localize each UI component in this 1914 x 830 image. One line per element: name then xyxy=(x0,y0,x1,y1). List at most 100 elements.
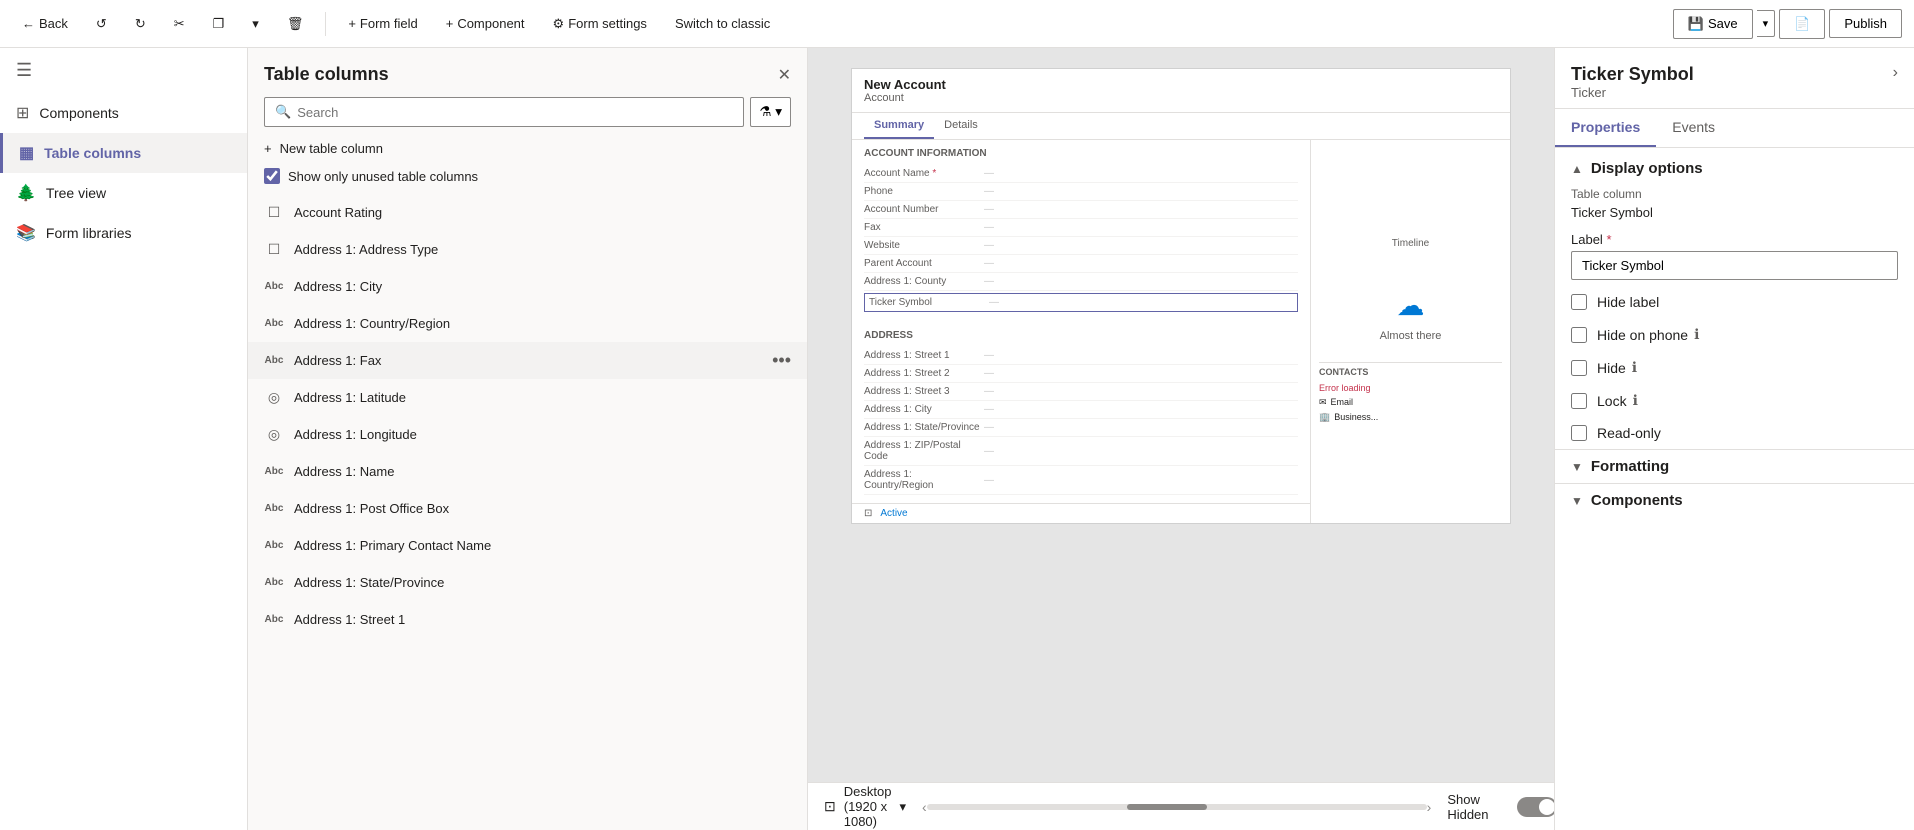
form-settings-button[interactable]: ⚙ Form settings xyxy=(543,10,657,38)
tab-events[interactable]: Events xyxy=(1656,109,1731,147)
main-layout: ☰ ⊞ Components ▦ Table columns 🌲 Tree vi… xyxy=(0,48,1914,830)
right-panel-expand-button[interactable]: › xyxy=(1893,64,1898,82)
tab-details[interactable]: Details xyxy=(934,113,988,139)
form-preview-header: New Account Account xyxy=(852,69,1510,113)
list-item[interactable]: Abc Address 1: City ••• xyxy=(248,268,807,305)
list-item[interactable]: ☐ Address 1: Address Type ••• xyxy=(248,231,807,268)
contacts-area: CONTACTS Error loading ✉ Email 🏢 Busines… xyxy=(1319,362,1502,425)
list-item[interactable]: ☐ Account Rating ••• xyxy=(248,194,807,231)
column-name: Account Rating xyxy=(294,205,762,220)
sidebar-item-tree-view[interactable]: 🌲 Tree view xyxy=(0,173,247,213)
list-item[interactable]: Abc Address 1: Street 1 ••• xyxy=(248,601,807,638)
publish-dropdown-icon-button[interactable]: 📄 xyxy=(1779,9,1825,39)
hamburger-button[interactable]: ☰ xyxy=(0,48,247,93)
hide-on-phone-checkbox[interactable] xyxy=(1571,327,1587,343)
search-input[interactable] xyxy=(297,105,733,120)
right-panel-title: Ticker Symbol xyxy=(1571,64,1694,85)
sidebar-item-components[interactable]: ⊞ Components xyxy=(0,93,247,133)
undo-button[interactable]: ↺ xyxy=(86,10,117,38)
new-column-row[interactable]: + New table column xyxy=(248,135,807,162)
list-item[interactable]: Abc Address 1: Fax ••• xyxy=(248,342,807,379)
delete-button[interactable]: 🗑 xyxy=(277,10,314,38)
list-item[interactable]: Abc Address 1: Post Office Box ••• xyxy=(248,490,807,527)
lock-checkbox[interactable] xyxy=(1571,393,1587,409)
copy-button[interactable]: ❐ xyxy=(203,10,235,38)
tab-properties[interactable]: Properties xyxy=(1555,109,1656,147)
field-row: Address 1: County — xyxy=(864,273,1298,291)
show-hidden-toggle[interactable]: Off xyxy=(1517,797,1554,817)
chevron-up-icon: ▲ xyxy=(1571,162,1583,176)
component-label: Component xyxy=(457,16,524,31)
label-field-input[interactable] xyxy=(1571,251,1898,280)
component-button[interactable]: + Component xyxy=(436,10,535,37)
sidebar-item-table-columns[interactable]: ▦ Table columns xyxy=(0,133,247,173)
more-icon[interactable]: ••• xyxy=(772,350,791,371)
plus-icon-1: + xyxy=(348,16,356,31)
form-settings-label: Form settings xyxy=(568,16,647,31)
dropdown-arrow-button[interactable]: ▾ xyxy=(242,10,269,38)
business-label: Business... xyxy=(1334,412,1378,423)
hide-label-checkbox[interactable] xyxy=(1571,294,1587,310)
hide-on-phone-text: Hide on phone ℹ xyxy=(1597,326,1699,343)
formatting-chevron-icon: ▼ xyxy=(1571,460,1583,474)
scroll-left-icon[interactable]: ‹ xyxy=(922,799,927,815)
field-row: Parent Account — xyxy=(864,255,1298,273)
panel-close-button[interactable]: ✕ xyxy=(778,65,791,85)
list-item[interactable]: ◎ Address 1: Longitude ••• xyxy=(248,416,807,453)
list-item[interactable]: ◎ Address 1: Latitude ••• xyxy=(248,379,807,416)
ticker-symbol-field-row[interactable]: Ticker Symbol — xyxy=(864,293,1298,312)
library-icon: 📚 xyxy=(16,223,36,243)
display-options-header[interactable]: ▲ Display options xyxy=(1555,148,1914,181)
bottom-left: ⊡ Desktop (1920 x 1080) ▾ xyxy=(824,784,906,829)
lock-option[interactable]: Lock ℹ xyxy=(1555,384,1914,417)
list-item[interactable]: Abc Address 1: State/Province ••• xyxy=(248,564,807,601)
scroll-right-icon[interactable]: › xyxy=(1427,799,1432,815)
save-button[interactable]: 💾 Save xyxy=(1673,9,1753,39)
abc-icon: Abc xyxy=(264,614,284,625)
form-field-button[interactable]: + Form field xyxy=(338,10,427,37)
show-unused-row[interactable]: Show only unused table columns xyxy=(248,162,807,194)
hide-on-phone-info-icon[interactable]: ℹ xyxy=(1694,326,1699,343)
column-list: ☐ Account Rating ••• ☐ Address 1: Addres… xyxy=(248,194,807,830)
hide-info-icon[interactable]: ℹ xyxy=(1632,359,1637,376)
components-header[interactable]: ▼ Components xyxy=(1571,492,1898,509)
filter-button[interactable]: ⚗ ▾ xyxy=(750,97,791,127)
panel-header: Table columns ✕ xyxy=(248,48,807,93)
list-item[interactable]: Abc Address 1: Country/Region ••• xyxy=(248,305,807,342)
scrollbar-track[interactable] xyxy=(927,804,1427,810)
hide-option[interactable]: Hide ℹ xyxy=(1555,351,1914,384)
hide-checkbox[interactable] xyxy=(1571,360,1587,376)
plus-icon: + xyxy=(264,141,272,156)
show-unused-checkbox[interactable] xyxy=(264,168,280,184)
formatting-header[interactable]: ▼ Formatting xyxy=(1571,458,1898,475)
hide-on-phone-option[interactable]: Hide on phone ℹ xyxy=(1555,318,1914,351)
redo-button[interactable]: ↻ xyxy=(125,10,156,38)
display-options-title: Display options xyxy=(1591,160,1703,177)
sidebar-item-tree-view-label: Tree view xyxy=(46,185,106,201)
back-button[interactable]: ← Back xyxy=(12,10,78,37)
lock-info-icon[interactable]: ℹ xyxy=(1633,392,1638,409)
field-value: — xyxy=(984,276,994,287)
list-item[interactable]: Abc Address 1: Primary Contact Name ••• xyxy=(248,527,807,564)
components-section: ▼ Components xyxy=(1555,483,1914,517)
publish-button[interactable]: Publish xyxy=(1829,9,1902,38)
tab-summary[interactable]: Summary xyxy=(864,113,934,139)
field-label: Account Name * xyxy=(864,168,984,179)
right-panel: Ticker Symbol Ticker › Properties Events… xyxy=(1554,48,1914,830)
hide-label-option[interactable]: Hide label xyxy=(1555,286,1914,318)
cut-button[interactable]: ✂ xyxy=(164,10,195,38)
field-label: Address 1: County xyxy=(864,276,984,287)
business-icon: 🏢 xyxy=(1319,412,1330,423)
scrollbar-thumb[interactable] xyxy=(1127,804,1207,810)
list-item[interactable]: Abc Address 1: Name ••• xyxy=(248,453,807,490)
save-dropdown-button[interactable]: ▾ xyxy=(1757,10,1776,37)
switch-classic-label: Switch to classic xyxy=(675,16,770,31)
search-box[interactable]: 🔍 xyxy=(264,97,744,127)
sidebar-item-form-libraries[interactable]: 📚 Form libraries xyxy=(0,213,247,253)
read-only-checkbox[interactable] xyxy=(1571,425,1587,441)
switch-classic-button[interactable]: Switch to classic xyxy=(665,10,780,37)
form-left: ACCOUNT INFORMATION Account Name * — Pho… xyxy=(852,140,1310,523)
toggle-track[interactable] xyxy=(1517,797,1554,817)
desktop-chevron-icon[interactable]: ▾ xyxy=(899,799,906,815)
read-only-option[interactable]: Read-only xyxy=(1555,417,1914,449)
